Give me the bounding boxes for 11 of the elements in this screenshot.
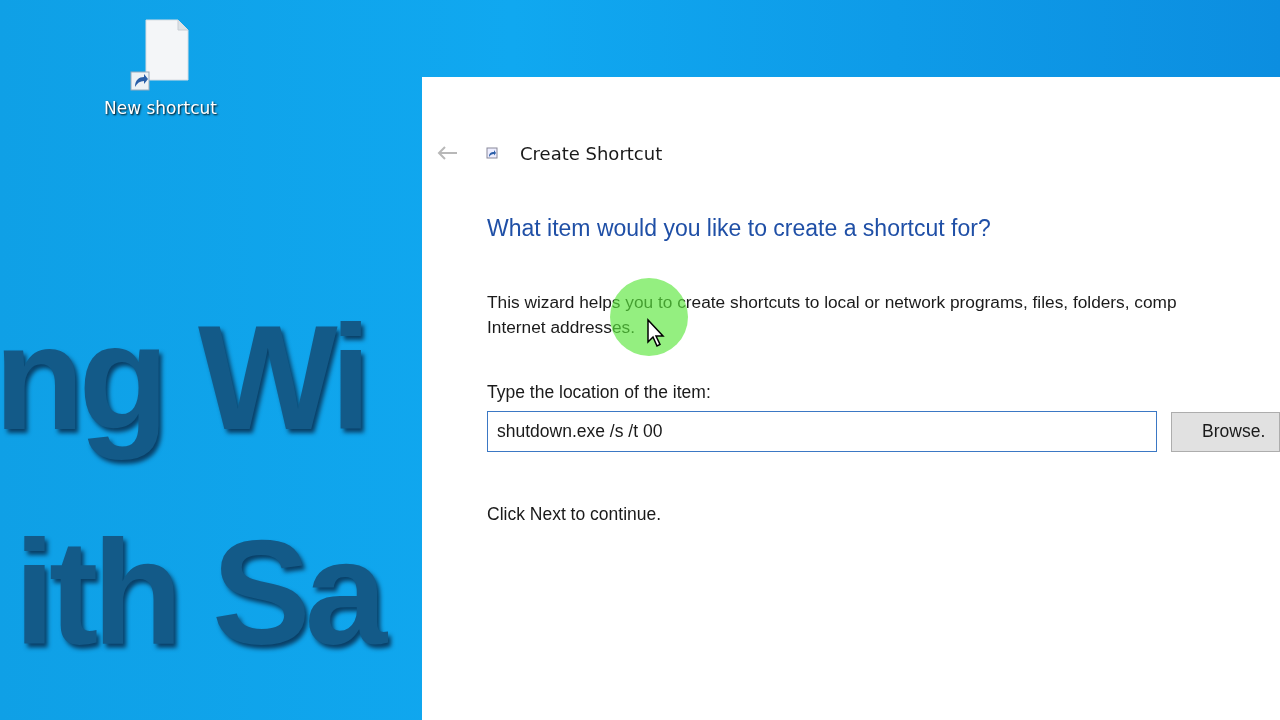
browse-button[interactable]: Browse. — [1171, 411, 1280, 452]
field-label: Type the location of the item: — [487, 382, 712, 403]
wallpaper-text: ng Wi — [0, 294, 366, 462]
back-arrow-icon[interactable] — [436, 145, 458, 161]
mouse-cursor-icon — [646, 318, 666, 348]
shortcut-icon — [486, 147, 498, 159]
location-input-field[interactable]: shutdown.exe /s /t 00 — [487, 411, 1158, 452]
window-title: Create Shortcut — [520, 142, 663, 164]
instruction-text: Click Next to continue. — [487, 504, 663, 525]
shortcut-file-icon[interactable] — [130, 18, 191, 94]
wizard-heading: What item would you like to create a shortcut for? — [487, 215, 992, 242]
